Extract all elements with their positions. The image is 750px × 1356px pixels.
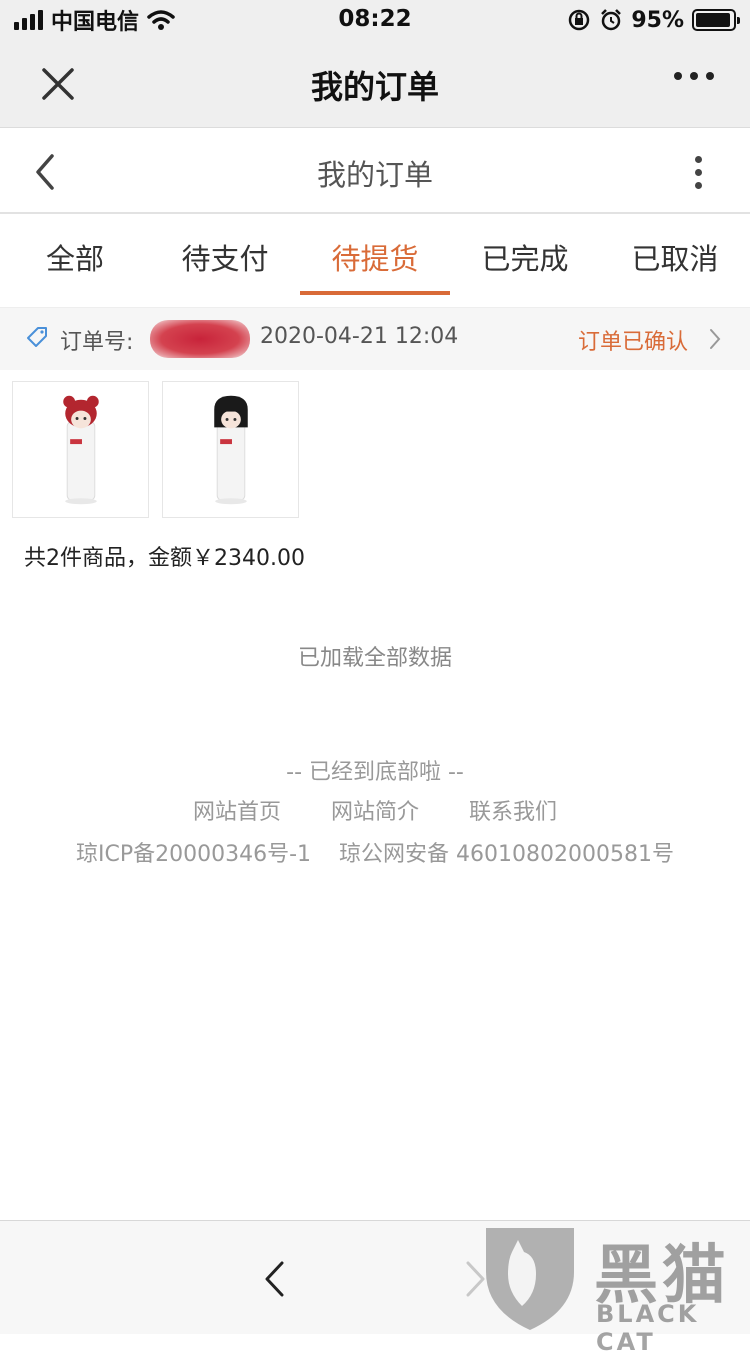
rotation-lock-icon <box>569 9 590 31</box>
more-vertical-icon[interactable] <box>695 156 702 189</box>
tab-completed[interactable]: 已完成 <box>450 214 600 307</box>
alarm-icon <box>601 9 622 31</box>
tag-icon <box>27 327 47 347</box>
more-horizontal-icon[interactable] <box>674 72 714 80</box>
link-about[interactable]: 网站简介 <box>331 794 419 826</box>
order-tabs: 全部 待支付 待提货 已完成 已取消 <box>0 214 750 308</box>
watermark: 黑猫 BLACK CAT <box>478 1220 750 1356</box>
product-bottle-black-hair-image <box>214 395 248 505</box>
redaction-mark <box>150 320 250 358</box>
wechat-title: 我的订单 <box>310 68 439 106</box>
status-right: 95% <box>567 6 740 34</box>
product-bottle-red-hair-image <box>63 395 99 505</box>
order-header-row[interactable]: 订单号: 2020-04-21 12:04 订单已确认 <box>0 308 750 370</box>
icp-number[interactable]: 琼ICP备20000346号-1 <box>76 836 311 868</box>
reached-bottom-text: -- 已经到底部啦 -- <box>286 760 464 785</box>
black-cat-logo-icon <box>486 1228 574 1330</box>
page-title: 我的订单 <box>316 158 433 192</box>
order-date: 2020-04-21 12:04 <box>260 324 459 349</box>
page-header: 我的订单 <box>0 128 750 214</box>
wechat-title-bar: 我的订单 <box>0 40 750 128</box>
product-thumbnail-2[interactable] <box>162 381 299 518</box>
order-number-label: 订单号: <box>60 330 134 355</box>
product-thumbnail-1[interactable] <box>12 381 149 518</box>
chevron-right-icon <box>710 329 721 349</box>
battery-percent: 95% <box>631 7 684 33</box>
link-home[interactable]: 网站首页 <box>193 794 281 826</box>
order-status: 订单已确认 <box>577 330 688 355</box>
status-bar: 中国电信 08:22 95% <box>0 0 750 40</box>
tab-pending-pickup[interactable]: 待提货 <box>300 214 450 307</box>
footer-links: 网站首页 网站简介 联系我们 <box>0 794 750 826</box>
back-arrow-icon[interactable] <box>262 1259 286 1299</box>
tab-all[interactable]: 全部 <box>0 214 150 307</box>
police-record[interactable]: 琼公网安备 46010802000581号 <box>339 836 674 868</box>
link-contact[interactable]: 联系我们 <box>469 794 557 826</box>
loaded-all-text: 已加载全部数据 <box>297 646 452 671</box>
battery-fill <box>696 13 731 27</box>
tab-cancelled[interactable]: 已取消 <box>600 214 750 307</box>
order-summary: 共2件商品，金额￥2340.00 <box>24 546 305 571</box>
watermark-en: BLACK CAT <box>596 1300 700 1356</box>
battery-icon <box>692 9 740 31</box>
icp-info: 琼ICP备20000346号-1 琼公网安备 46010802000581号 <box>0 836 750 868</box>
tab-pending-payment[interactable]: 待支付 <box>150 214 300 307</box>
